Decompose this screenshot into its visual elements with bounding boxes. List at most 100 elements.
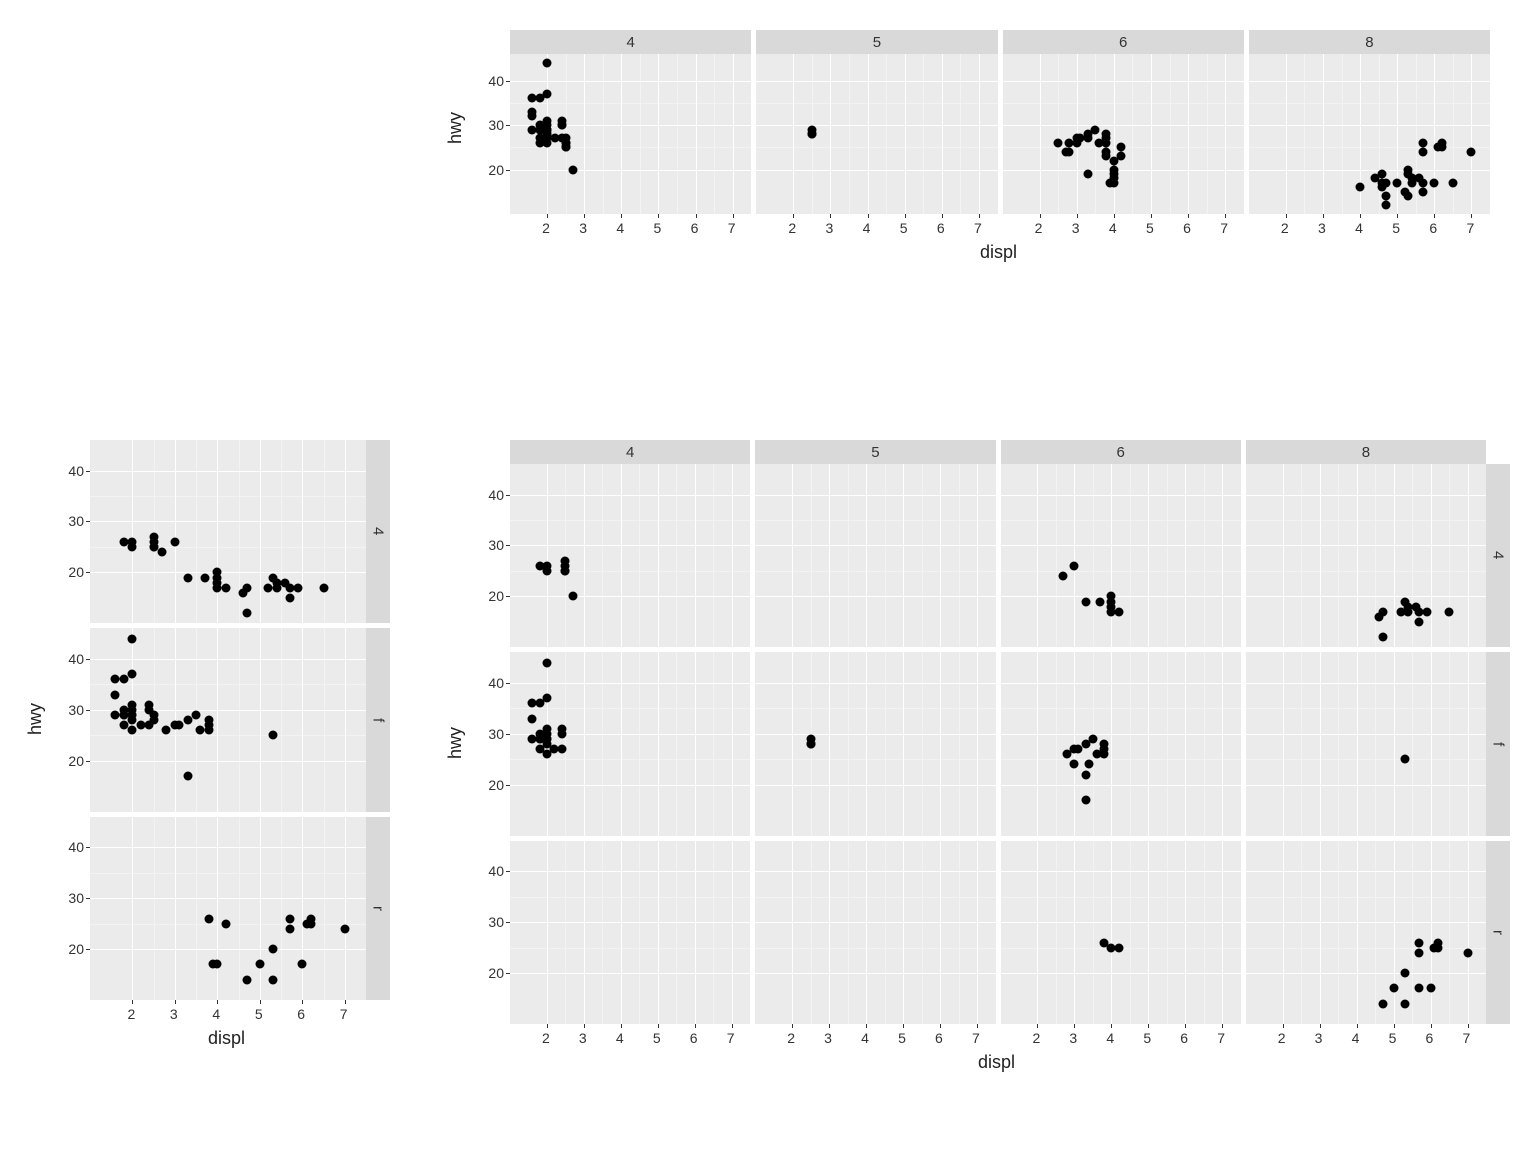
y-tick-label: 30: [62, 702, 84, 718]
figure: hwydispl42345672030405234567623456782345…: [10, 10, 1526, 1142]
facet-strip-row: f: [366, 628, 390, 811]
facet-strip-col: 6: [1003, 30, 1244, 54]
data-point: [806, 739, 815, 748]
y-axis-label: hwy: [445, 112, 466, 144]
x-tick-label: 4: [1109, 220, 1117, 236]
data-point: [1378, 633, 1387, 642]
y-tick-label: 20: [482, 162, 504, 178]
panel: [90, 440, 366, 623]
data-point: [561, 143, 570, 152]
panel: [1246, 652, 1486, 835]
y-tick-label: 20: [482, 588, 504, 604]
x-tick-label: 5: [653, 1030, 661, 1046]
data-point: [528, 112, 537, 121]
y-tick-label: 40: [62, 463, 84, 479]
panel: [755, 652, 995, 835]
data-point: [1426, 984, 1435, 993]
data-point: [298, 960, 307, 969]
x-tick-label: 2: [127, 1006, 135, 1022]
x-tick-label: 2: [787, 1030, 795, 1046]
panel: [90, 817, 366, 1000]
y-tick-label: 30: [482, 914, 504, 930]
x-tick-label: 2: [542, 220, 550, 236]
data-point: [111, 690, 120, 699]
x-tick-label: 2: [1035, 220, 1043, 236]
y-tick-label: 20: [62, 753, 84, 769]
data-point: [557, 724, 566, 733]
y-tick-label: 40: [482, 73, 504, 89]
y-tick-label: 40: [62, 651, 84, 667]
data-point: [1419, 178, 1428, 187]
panel: [510, 54, 751, 214]
y-tick-label: 40: [62, 839, 84, 855]
x-tick-label: 5: [900, 220, 908, 236]
data-point: [319, 583, 328, 592]
y-tick-label: 30: [62, 890, 84, 906]
x-tick-label: 7: [727, 1030, 735, 1046]
x-tick-label: 3: [1072, 220, 1080, 236]
data-point: [183, 772, 192, 781]
data-point: [542, 734, 551, 743]
data-point: [1065, 147, 1074, 156]
data-point: [1109, 174, 1118, 183]
x-tick-label: 4: [863, 220, 871, 236]
data-point: [340, 924, 349, 933]
data-point: [1085, 760, 1094, 769]
data-point: [243, 583, 252, 592]
data-point: [158, 548, 167, 557]
x-axis-label: displ: [978, 1052, 1015, 1073]
data-point: [557, 745, 566, 754]
x-tick-label: 3: [579, 220, 587, 236]
data-point: [1059, 572, 1068, 581]
data-point: [1445, 607, 1454, 616]
data-point: [213, 573, 222, 582]
y-tick-label: 30: [482, 726, 504, 742]
x-tick-label: 3: [170, 1006, 178, 1022]
data-point: [1081, 597, 1090, 606]
panel: [1249, 54, 1490, 214]
data-point: [1404, 192, 1413, 201]
y-tick-label: 30: [62, 513, 84, 529]
panel: [1246, 464, 1486, 647]
chart-facet-cyl: hwydispl42345672030405234567623456782345…: [450, 30, 1490, 310]
facet-strip-row: r: [1486, 841, 1510, 1024]
data-point: [1114, 943, 1123, 952]
data-point: [200, 573, 209, 582]
data-point: [243, 975, 252, 984]
data-point: [1054, 138, 1063, 147]
x-tick-label: 4: [616, 220, 624, 236]
data-point: [1083, 170, 1092, 179]
data-point: [542, 694, 551, 703]
data-point: [1378, 170, 1387, 179]
data-point: [1404, 165, 1413, 174]
data-point: [1114, 607, 1123, 616]
data-point: [1081, 770, 1090, 779]
data-point: [1419, 187, 1428, 196]
data-point: [1099, 745, 1108, 754]
data-point: [1400, 999, 1409, 1008]
data-point: [1437, 143, 1446, 152]
data-point: [807, 130, 816, 139]
data-point: [543, 58, 552, 67]
facet-strip-col: 5: [755, 440, 995, 464]
data-point: [1419, 147, 1428, 156]
x-tick-label: 6: [1183, 220, 1191, 236]
data-point: [1400, 969, 1409, 978]
data-point: [268, 731, 277, 740]
chart-facet-grid: hwydispl45684fr2030402030402030402345672…: [450, 440, 1510, 1080]
x-tick-label: 4: [1352, 1030, 1360, 1046]
data-point: [128, 726, 137, 735]
x-tick-label: 7: [974, 220, 982, 236]
data-point: [285, 914, 294, 923]
data-point: [119, 675, 128, 684]
panel: [1246, 841, 1486, 1024]
panel: [1001, 464, 1241, 647]
x-tick-label: 6: [937, 220, 945, 236]
facet-strip-row: 4: [1486, 464, 1510, 647]
data-point: [561, 556, 570, 565]
y-tick-label: 20: [482, 965, 504, 981]
data-point: [1070, 760, 1079, 769]
data-point: [1091, 125, 1100, 134]
data-point: [128, 542, 137, 551]
x-tick-label: 7: [1466, 220, 1474, 236]
